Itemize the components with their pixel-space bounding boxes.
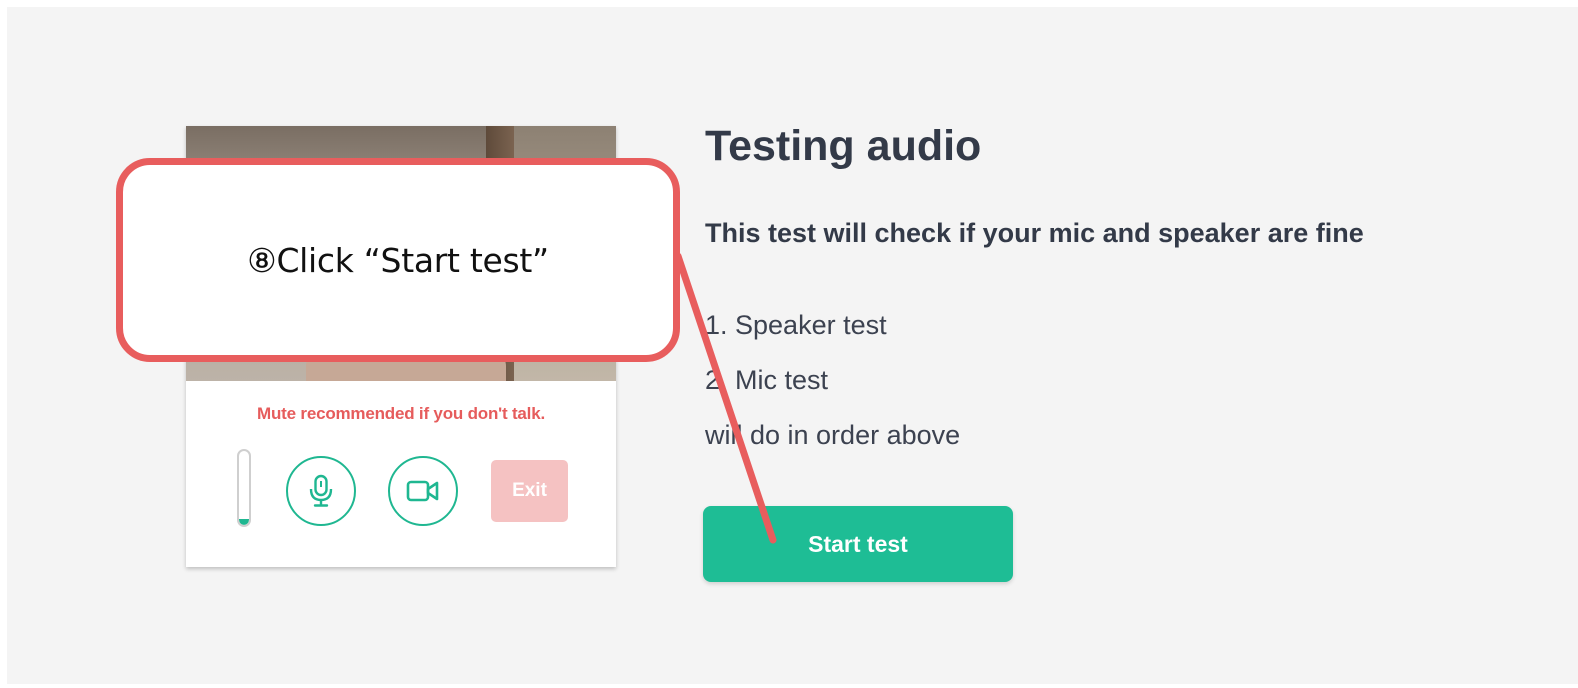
audio-level-fill xyxy=(239,519,249,525)
step-order-note: will do in order above xyxy=(705,420,961,450)
step-mic-test: 2. Mic test xyxy=(705,365,829,395)
start-test-button[interactable]: Start test xyxy=(703,506,1013,582)
camera-toggle-button[interactable] xyxy=(388,456,458,526)
video-camera-icon xyxy=(406,480,439,502)
audio-level-meter xyxy=(237,449,251,527)
callout-text: ⑧Click “Start test” xyxy=(247,240,549,280)
exit-button[interactable]: Exit xyxy=(491,460,568,522)
mute-recommendation-note: Mute recommended if you don't talk. xyxy=(257,404,545,423)
page-title: Testing audio xyxy=(705,122,982,170)
test-description: This test will check if your mic and spe… xyxy=(705,218,1364,248)
instruction-callout: ⑧Click “Start test” xyxy=(116,158,680,362)
mic-toggle-button[interactable] xyxy=(286,456,356,526)
microphone-icon xyxy=(309,474,333,507)
step-speaker-test: 1. Speaker test xyxy=(705,310,887,340)
